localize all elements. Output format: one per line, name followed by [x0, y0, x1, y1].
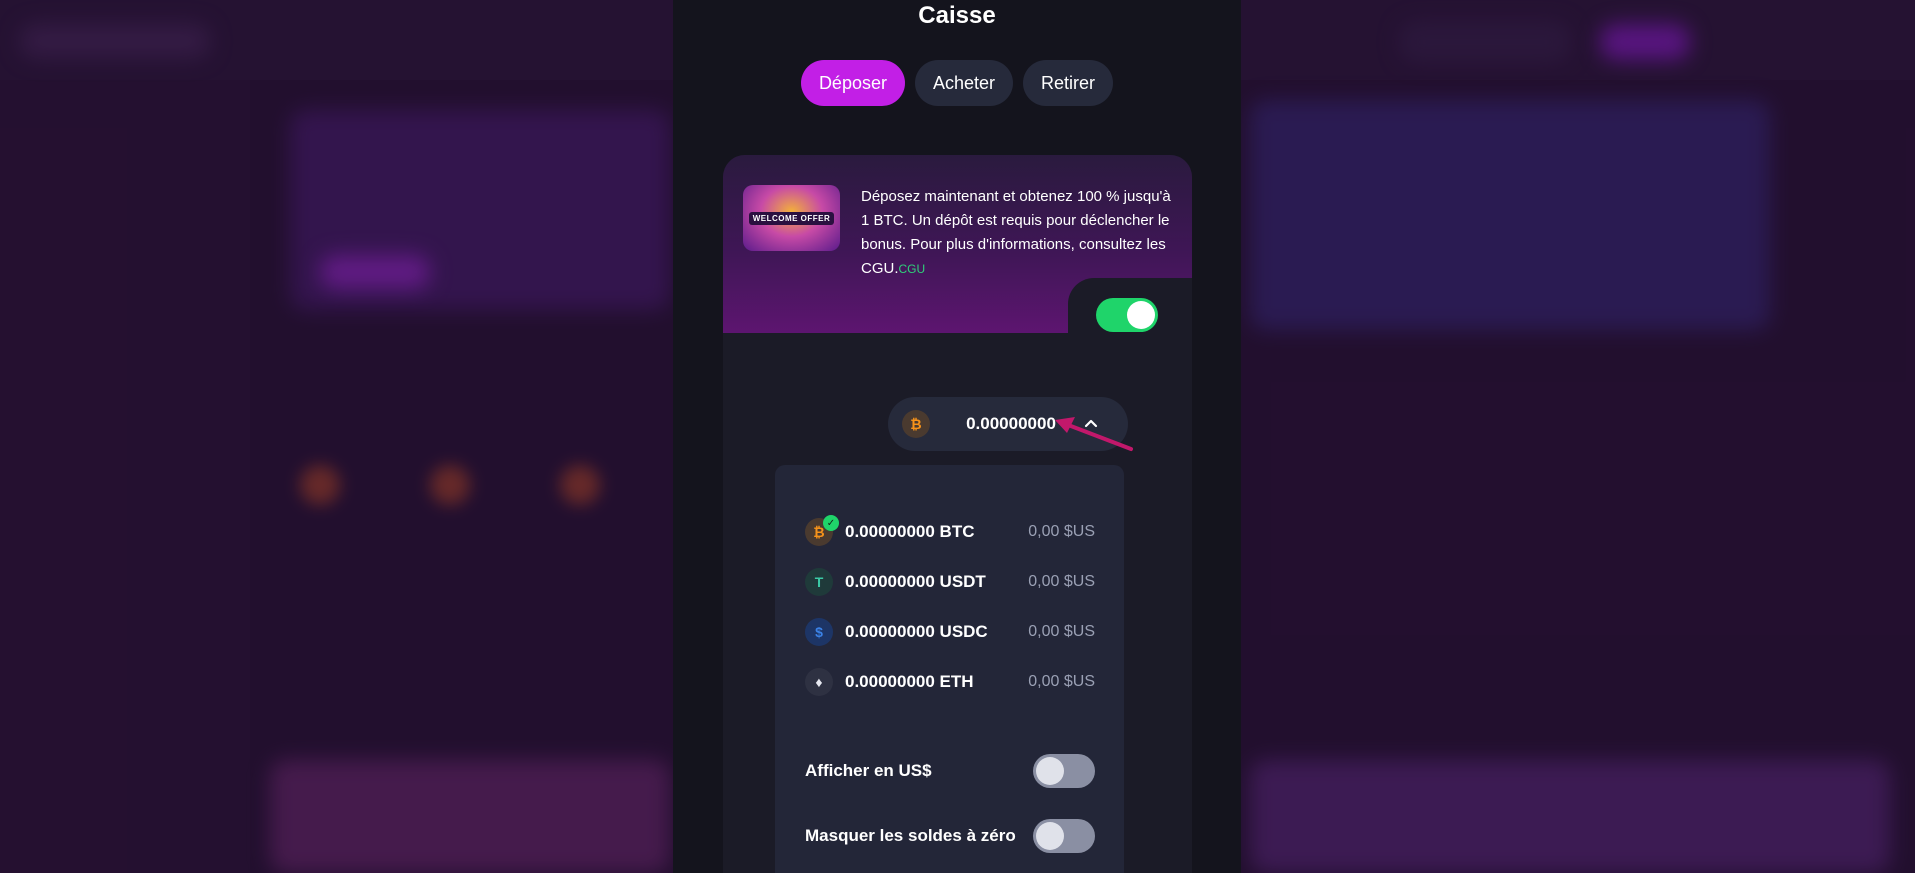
currency-row-item[interactable]: ₿ ✓ 0.00000000 BTC 0,00 $US: [805, 515, 1095, 549]
currency-row-item[interactable]: T 0.00000000 USDT 0,00 $US: [805, 565, 1095, 599]
currency-usd-value: 0,00 $US: [1028, 523, 1095, 540]
currency-usd-value: 0,00 $US: [1028, 623, 1095, 640]
currency-row-item[interactable]: $0.00000000 USDC 0,00 $US: [805, 615, 1095, 649]
hide-zero-label: Masquer les soldes à zéro: [805, 826, 1016, 845]
ethereum-icon: ♦: [805, 668, 833, 696]
welcome-offer-label: WELCOME OFFER: [748, 211, 835, 225]
annotation-arrow-icon: [1055, 417, 1133, 451]
currency-row-item[interactable]: ♦ 0.00000000 ETH 0,00 $US: [805, 665, 1095, 699]
selected-check-icon: ✓: [823, 515, 839, 531]
currency-list[interactable]: ₿ ✓ 0.00000000 BTC 0,00 $US T 0.00000000 USDT…: [775, 515, 1124, 735]
currency-amount: 0.00000000 USDC: [845, 622, 988, 641]
show-usd-setting: Afficher en US$: [805, 753, 1095, 789]
tether-icon: T: [805, 568, 833, 596]
currency-amount: 0.00000000 BTC: [845, 522, 975, 541]
currency-usd-value: 0,00 $US: [1028, 673, 1095, 690]
currency-usd-value: 0,00 $US: [1028, 573, 1095, 590]
currency-dropdown: ₿ ✓ 0.00000000 BTC 0,00 $US T 0.00000000 USDT…: [775, 465, 1124, 873]
bitcoin-icon: ₿: [902, 410, 930, 438]
show-usd-label: Afficher en US$: [805, 761, 932, 780]
show-usd-toggle-knob: [1036, 757, 1064, 785]
hide-zero-toggle[interactable]: [1033, 819, 1095, 853]
promo-text: Déposez maintenant et obtenez 100 % jusq…: [861, 185, 1179, 281]
bonus-toggle-knob: [1127, 301, 1155, 329]
currency-amount: 0.00000000 USDT: [845, 572, 986, 591]
cashier-modal: Caisse Déposer Acheter Retirer WELCOME O…: [673, 0, 1241, 873]
bitcoin-icon: ₿ ✓: [805, 515, 839, 546]
tab-deposit[interactable]: Déposer: [800, 60, 905, 106]
hide-zero-toggle-knob: [1036, 822, 1064, 850]
modal-title: Caisse: [918, 2, 996, 29]
currency-amount: 0.00000000 ETH: [845, 672, 974, 691]
bonus-toggle[interactable]: [1096, 298, 1158, 332]
cashier-tabs: Déposer Acheter Retirer: [673, 60, 1241, 106]
tab-withdraw[interactable]: Retirer: [1023, 60, 1114, 106]
hide-zero-setting: Masquer les soldes à zéro: [805, 818, 1095, 854]
terms-link[interactable]: CGU: [899, 262, 926, 276]
usdc-icon: $: [805, 618, 833, 646]
welcome-offer-image: WELCOME OFFER: [743, 185, 840, 251]
deposit-panel: WELCOME OFFER Déposez maintenant et obte…: [723, 155, 1192, 873]
show-usd-toggle[interactable]: [1033, 754, 1095, 788]
tab-buy[interactable]: Acheter: [914, 60, 1014, 106]
